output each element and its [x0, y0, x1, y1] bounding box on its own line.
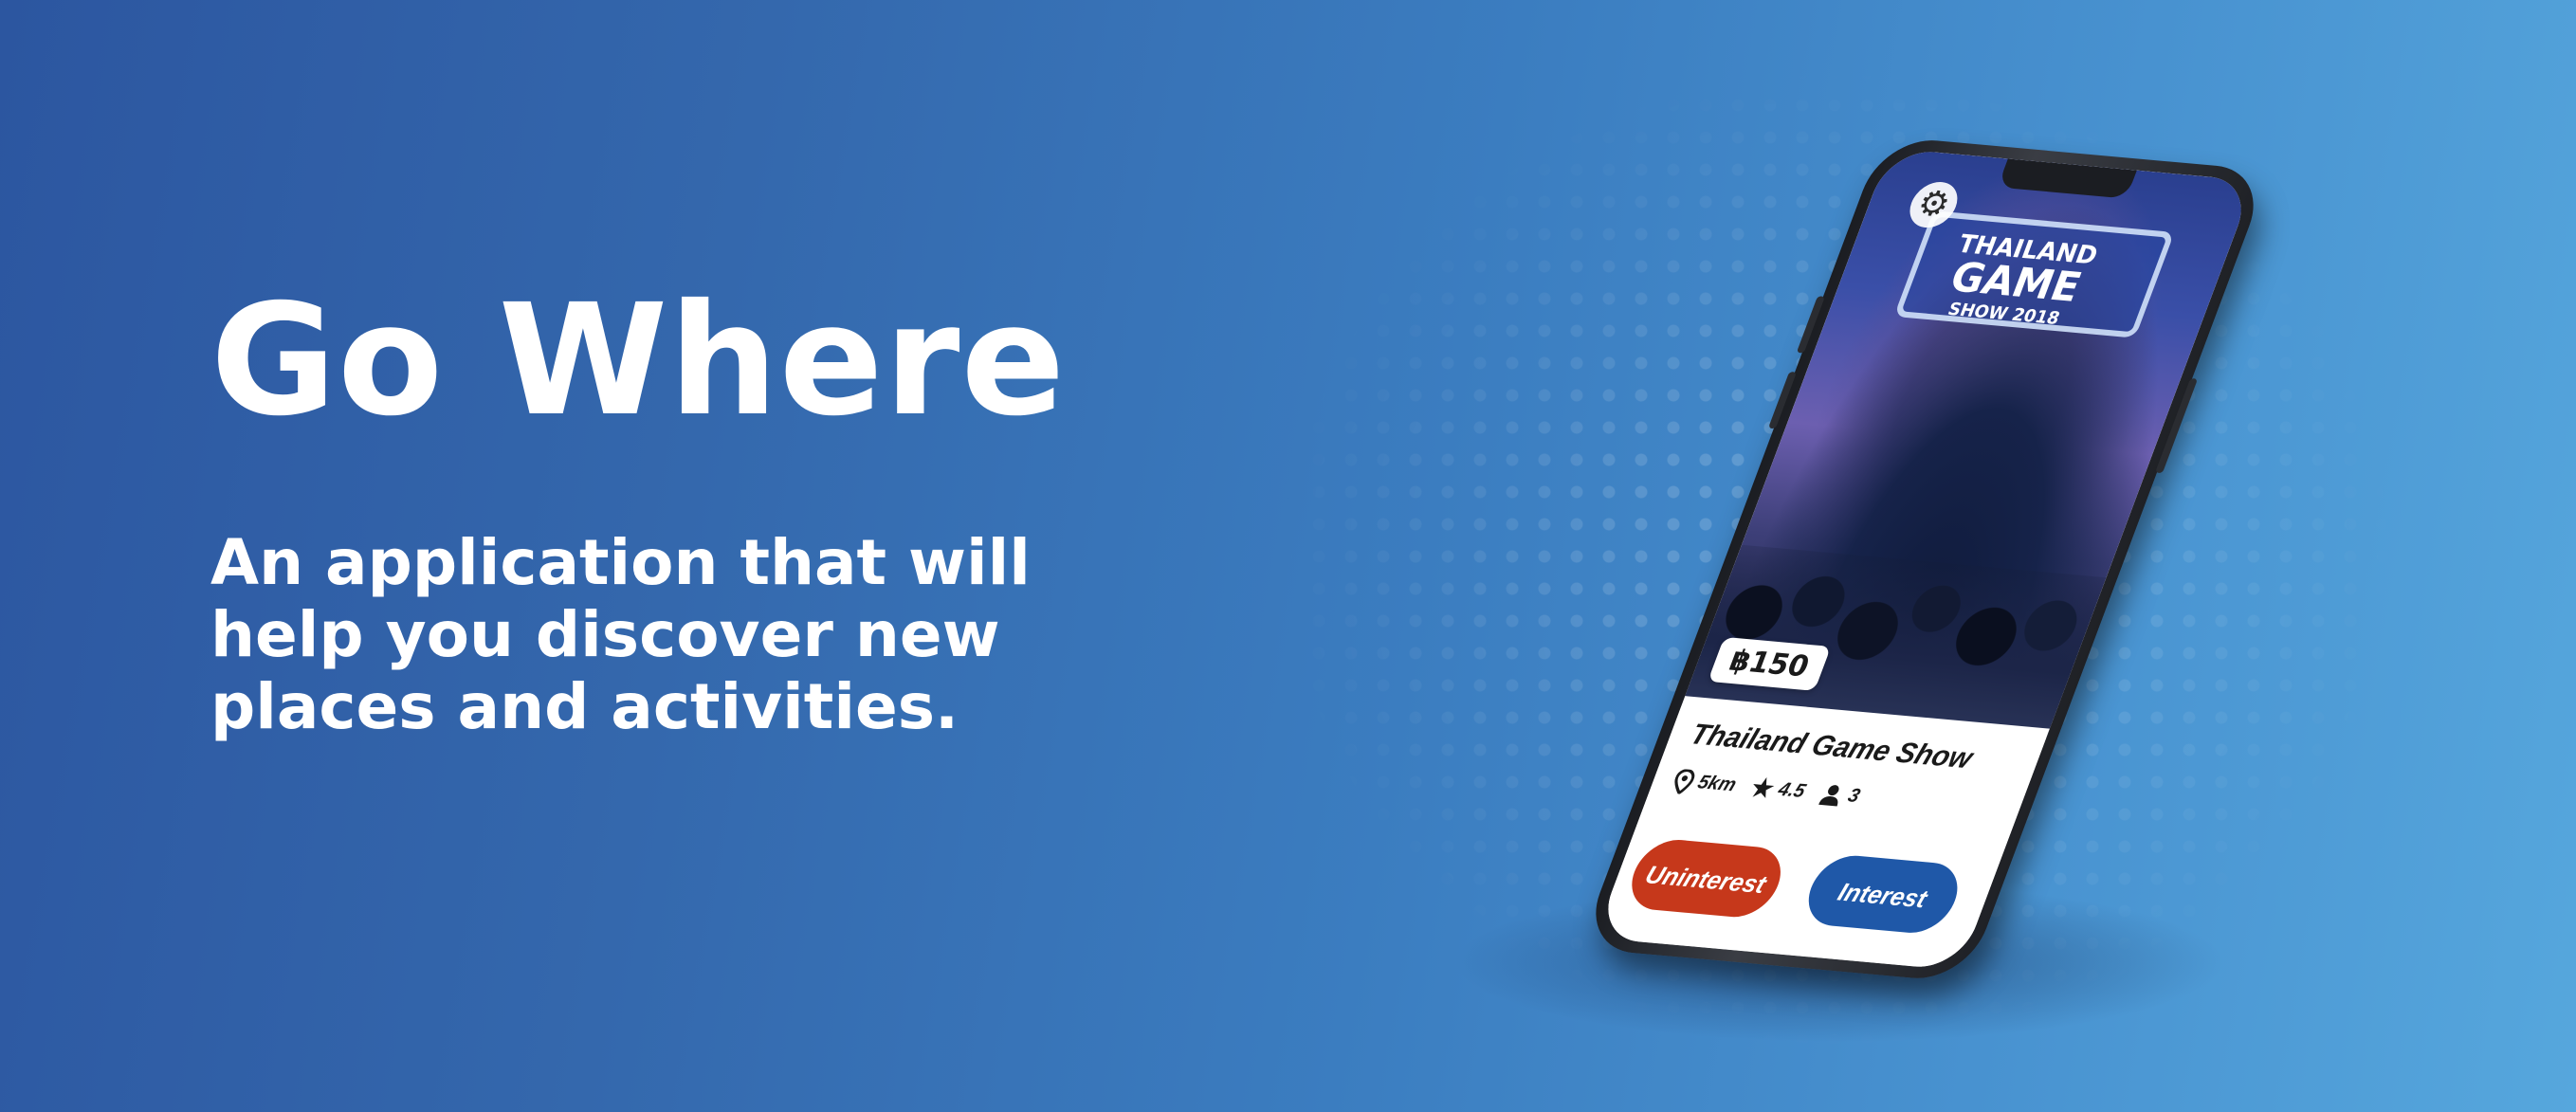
distance: 5km — [1670, 768, 1740, 798]
promo-banner: Go Where An application that will help y… — [0, 0, 2576, 1112]
attendees: 3 — [1817, 782, 1863, 808]
person-icon — [1818, 784, 1839, 806]
tagline: An application that will help you discov… — [210, 526, 1031, 743]
rating-value: 4.5 — [1775, 778, 1809, 802]
event-meta: 5km ★ 4.5 3 — [1669, 766, 1864, 811]
event-card[interactable]: Thailand Game Show 5km ★ 4.5 3 Uninteres… — [1594, 696, 2050, 971]
page-title: Go Where — [210, 272, 1067, 450]
attendees-value: 3 — [1844, 785, 1863, 808]
map-pin-icon — [1674, 768, 1695, 794]
price-badge: ฿150 — [1708, 636, 1831, 691]
interest-button[interactable]: Interest — [1798, 852, 1968, 937]
distance-value: 5km — [1694, 772, 1740, 796]
rating: ★ 4.5 — [1746, 773, 1810, 807]
uninterest-button[interactable]: Uninterest — [1621, 836, 1792, 921]
event-title: Thailand Game Show — [1686, 718, 1978, 775]
